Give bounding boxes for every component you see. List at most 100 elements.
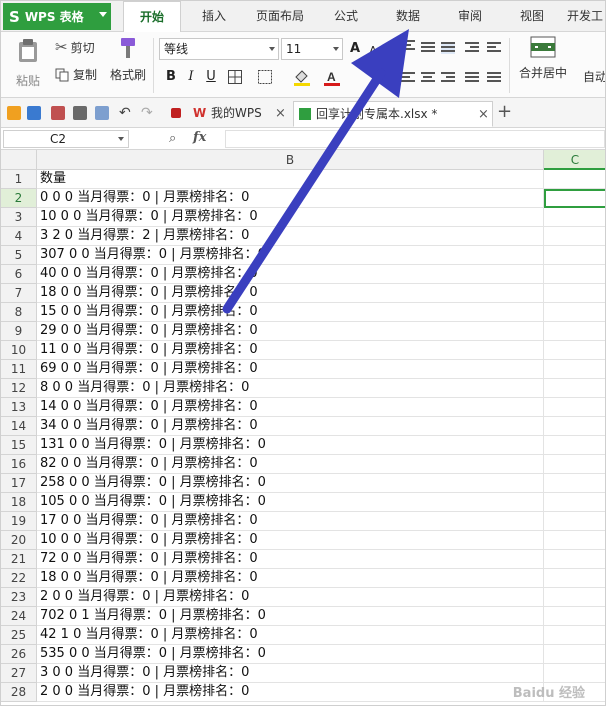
cell-c[interactable] xyxy=(544,284,605,303)
font-name-select[interactable]: 等线 xyxy=(159,38,279,60)
new-tab-button[interactable]: + xyxy=(497,101,512,122)
tab-formula[interactable]: 公式 xyxy=(323,1,369,32)
row-header[interactable]: 14 xyxy=(1,417,37,436)
align-left-icon[interactable] xyxy=(401,72,415,84)
cell-b[interactable]: 10 0 0 当月得票：0 | 月票榜排名：0 xyxy=(37,208,544,227)
cell-c[interactable] xyxy=(544,436,605,455)
cell-c[interactable] xyxy=(544,208,605,227)
cell-c[interactable] xyxy=(544,588,605,607)
cell-c[interactable] xyxy=(544,360,605,379)
close-icon[interactable]: × xyxy=(478,103,489,127)
row-header[interactable]: 22 xyxy=(1,569,37,588)
row-header[interactable]: 9 xyxy=(1,322,37,341)
cell-c[interactable] xyxy=(544,170,605,189)
tab-page-layout[interactable]: 页面布局 xyxy=(247,1,313,32)
close-icon[interactable]: × xyxy=(275,102,286,126)
row-header[interactable]: 15 xyxy=(1,436,37,455)
cell-b[interactable]: 0 0 0 当月得票：0 | 月票榜排名：0 xyxy=(37,189,544,208)
cell-b[interactable]: 82 0 0 当月得票：0 | 月票榜排名：0 xyxy=(37,455,544,474)
merge-center-button[interactable]: 合并居中 xyxy=(515,36,571,92)
row-header[interactable]: 28 xyxy=(1,683,37,702)
cell-b[interactable]: 15 0 0 当月得票：0 | 月票榜排名：0 xyxy=(37,303,544,322)
active-cell-c2[interactable] xyxy=(544,189,605,208)
tab-insert[interactable]: 插入 xyxy=(189,1,239,32)
align-top-icon[interactable] xyxy=(401,40,415,52)
cell-b[interactable]: 105 0 0 当月得票：0 | 月票榜排名：0 xyxy=(37,493,544,512)
formula-input[interactable] xyxy=(225,130,605,148)
cell-b[interactable]: 535 0 0 当月得票：0 | 月票榜排名：0 xyxy=(37,645,544,664)
export-pdf-icon[interactable] xyxy=(51,106,65,120)
cut-button[interactable]: ✂ 剪切 xyxy=(55,38,95,56)
tab-home[interactable]: 开始 xyxy=(123,1,181,33)
cell-c[interactable] xyxy=(544,341,605,360)
row-header[interactable]: 8 xyxy=(1,303,37,322)
cell-b[interactable]: 69 0 0 当月得票：0 | 月票榜排名：0 xyxy=(37,360,544,379)
cell-b[interactable]: 18 0 0 当月得票：0 | 月票榜排名：0 xyxy=(37,284,544,303)
align-right-icon[interactable] xyxy=(441,72,455,84)
row-header[interactable]: 17 xyxy=(1,474,37,493)
cell-c[interactable] xyxy=(544,227,605,246)
cell-c[interactable] xyxy=(544,512,605,531)
cell-b[interactable]: 29 0 0 当月得票：0 | 月票榜排名：0 xyxy=(37,322,544,341)
redo-icon[interactable]: ↷ xyxy=(141,106,155,120)
row-header[interactable]: 5 xyxy=(1,246,37,265)
cell-c[interactable] xyxy=(544,664,605,683)
cell-c[interactable] xyxy=(544,455,605,474)
cell-b[interactable]: 10 0 0 当月得票：0 | 月票榜排名：0 xyxy=(37,531,544,550)
cell-c[interactable] xyxy=(544,417,605,436)
font-size-select[interactable]: 11 xyxy=(281,38,343,60)
app-menu-button[interactable]: S WPS 表格 xyxy=(3,3,111,30)
justify-icon[interactable] xyxy=(465,72,479,84)
undo-icon[interactable]: ↶ xyxy=(119,106,133,120)
cell-b[interactable]: 131 0 0 当月得票：0 | 月票榜排名：0 xyxy=(37,436,544,455)
row-header[interactable]: 26 xyxy=(1,645,37,664)
font-color-icon[interactable]: A xyxy=(323,69,341,87)
name-box[interactable]: C2 xyxy=(3,130,129,148)
copy-button[interactable]: 复制 xyxy=(55,66,97,83)
row-header[interactable]: 11 xyxy=(1,360,37,379)
cell-b[interactable]: 8 0 0 当月得票：0 | 月票榜排名：0 xyxy=(37,379,544,398)
distributed-icon[interactable] xyxy=(487,72,501,84)
select-all-corner[interactable] xyxy=(1,150,37,170)
align-middle-icon[interactable] xyxy=(421,42,435,54)
underline-button[interactable]: U xyxy=(203,69,219,85)
cell-c[interactable] xyxy=(544,322,605,341)
row-header[interactable]: 24 xyxy=(1,607,37,626)
tab-view[interactable]: 视图 xyxy=(509,1,555,32)
cell-style-icon[interactable] xyxy=(257,69,273,85)
bold-button[interactable]: B xyxy=(163,69,179,85)
print-preview-icon[interactable] xyxy=(95,106,109,120)
column-header-c[interactable]: C xyxy=(544,150,605,170)
row-header[interactable]: 25 xyxy=(1,626,37,645)
tab-review[interactable]: 审阅 xyxy=(447,1,493,32)
cell-c[interactable] xyxy=(544,246,605,265)
cell-c[interactable] xyxy=(544,379,605,398)
open-folder-icon[interactable] xyxy=(7,106,21,120)
cell-c[interactable] xyxy=(544,398,605,417)
function-icon[interactable]: fx xyxy=(193,130,206,145)
align-bottom-icon[interactable] xyxy=(441,42,455,54)
cell-c[interactable] xyxy=(544,493,605,512)
cell-c[interactable] xyxy=(544,303,605,322)
save-icon[interactable] xyxy=(27,106,41,120)
cell-b[interactable]: 258 0 0 当月得票：0 | 月票榜排名：0 xyxy=(37,474,544,493)
row-header[interactable]: 18 xyxy=(1,493,37,512)
cell-c[interactable] xyxy=(544,626,605,645)
cell-b[interactable]: 42 1 0 当月得票：0 | 月票榜排名：0 xyxy=(37,626,544,645)
row-header[interactable]: 6 xyxy=(1,265,37,284)
row-header[interactable]: 23 xyxy=(1,588,37,607)
cell-b[interactable]: 702 0 1 当月得票：0 | 月票榜排名：0 xyxy=(37,607,544,626)
cell-b[interactable]: 40 0 0 当月得票：0 | 月票榜排名：0 xyxy=(37,265,544,284)
border-icon[interactable] xyxy=(227,69,243,85)
cell-b[interactable]: 18 0 0 当月得票：0 | 月票榜排名：0 xyxy=(37,569,544,588)
cell-c[interactable] xyxy=(544,607,605,626)
cell-c[interactable] xyxy=(544,569,605,588)
tab-file[interactable]: 回享计划专属本.xlsx * × xyxy=(293,101,493,127)
decrease-indent-icon[interactable] xyxy=(465,42,479,54)
row-header[interactable]: 3 xyxy=(1,208,37,227)
row-header[interactable]: 4 xyxy=(1,227,37,246)
row-header[interactable]: 21 xyxy=(1,550,37,569)
cell-c[interactable] xyxy=(544,474,605,493)
cell-b[interactable]: 3 2 0 当月得票：2 | 月票榜排名：0 xyxy=(37,227,544,246)
row-header[interactable]: 13 xyxy=(1,398,37,417)
